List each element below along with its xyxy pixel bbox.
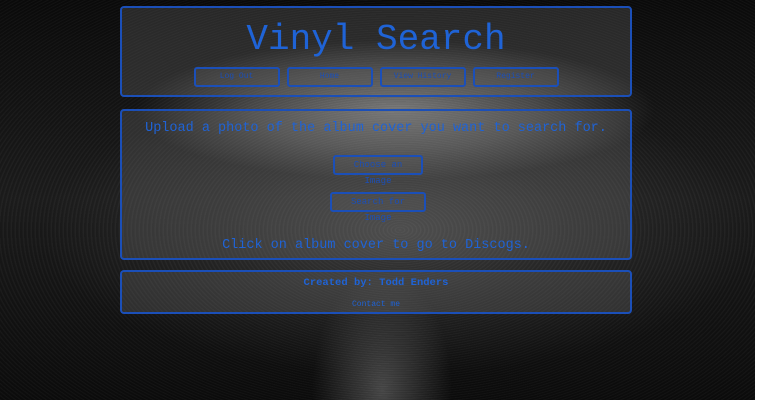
header-panel: Vinyl Search Log Out Home View History R… xyxy=(120,6,632,97)
register-button[interactable]: Register xyxy=(472,67,559,87)
contact-link[interactable]: Contact me xyxy=(122,300,630,309)
upload-instructions: Upload a photo of the album cover you wa… xyxy=(145,121,607,136)
logout-button[interactable]: Log Out xyxy=(193,67,280,87)
footer-panel: Created by: Todd Enders Contact me xyxy=(120,270,632,314)
search-image-button[interactable]: Search for Image xyxy=(330,192,426,223)
choose-image-button[interactable]: Choose an Image xyxy=(333,155,423,186)
view-history-button[interactable]: View History xyxy=(379,67,466,87)
discogs-hint: Click on album cover to go to Discogs. xyxy=(222,238,530,253)
home-button[interactable]: Home xyxy=(286,67,373,87)
page-title: Vinyl Search xyxy=(246,19,506,60)
nav-bar: Log Out Home View History Register xyxy=(122,67,630,87)
upload-panel: Upload a photo of the album cover you wa… xyxy=(120,109,632,260)
author-credit: Created by: Todd Enders xyxy=(303,277,449,289)
